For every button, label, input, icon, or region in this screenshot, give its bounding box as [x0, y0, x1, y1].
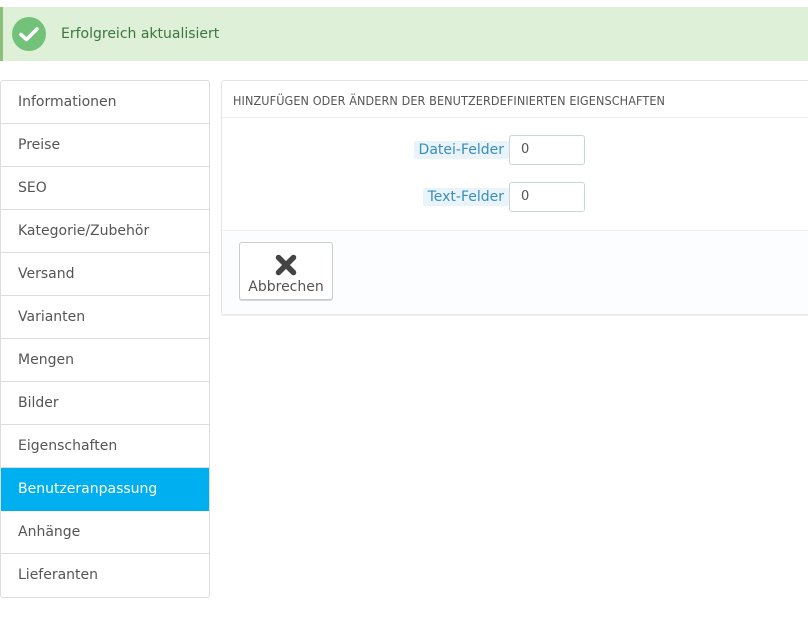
file-fields-input[interactable]: 0 [509, 135, 585, 165]
panel-footer: Abbrechen [222, 230, 808, 314]
customization-panel: HINZUFÜGEN ODER ÄNDERN DER BENUTZERDEFIN… [221, 80, 808, 314]
close-icon [275, 254, 297, 276]
sidebar-item-preise[interactable]: Preise [1, 124, 209, 167]
sidebar-item-benutzeranpassung[interactable]: Benutzeranpassung [1, 468, 209, 511]
sidebar-item-lieferanten[interactable]: Lieferanten [1, 554, 209, 597]
sidebar-item-seo[interactable]: SEO [1, 167, 209, 210]
alert-message: Erfolgreich aktualisiert [61, 26, 220, 42]
panel-title: HINZUFÜGEN ODER ÄNDERN DER BENUTZERDEFIN… [222, 81, 808, 118]
text-fields-row: Text-Felder 0 [222, 182, 808, 212]
sidebar-item-eigenschaften[interactable]: Eigenschaften [1, 425, 209, 468]
cancel-button[interactable]: Abbrechen [239, 242, 333, 300]
sidebar-item-informationen[interactable]: Informationen [1, 81, 209, 124]
check-icon [12, 17, 46, 51]
text-fields-label: Text-Felder [422, 188, 509, 206]
sidebar-item-kategorie-zubehoer[interactable]: Kategorie/Zubehör [1, 210, 209, 253]
sidebar-item-anhaenge[interactable]: Anhänge [1, 511, 209, 554]
sidebar-item-varianten[interactable]: Varianten [1, 296, 209, 339]
file-fields-row: Datei-Felder 0 [222, 135, 808, 165]
text-fields-input[interactable]: 0 [509, 182, 585, 212]
sidebar-item-versand[interactable]: Versand [1, 253, 209, 296]
sidebar-item-bilder[interactable]: Bilder [1, 382, 209, 425]
success-alert: Erfolgreich aktualisiert [0, 7, 808, 61]
cancel-button-label: Abbrechen [248, 279, 324, 295]
sidebar-item-mengen[interactable]: Mengen [1, 339, 209, 382]
product-tabs-sidebar: Informationen Preise SEO Kategorie/Zubeh… [0, 80, 210, 598]
file-fields-label: Datei-Felder [413, 141, 509, 159]
